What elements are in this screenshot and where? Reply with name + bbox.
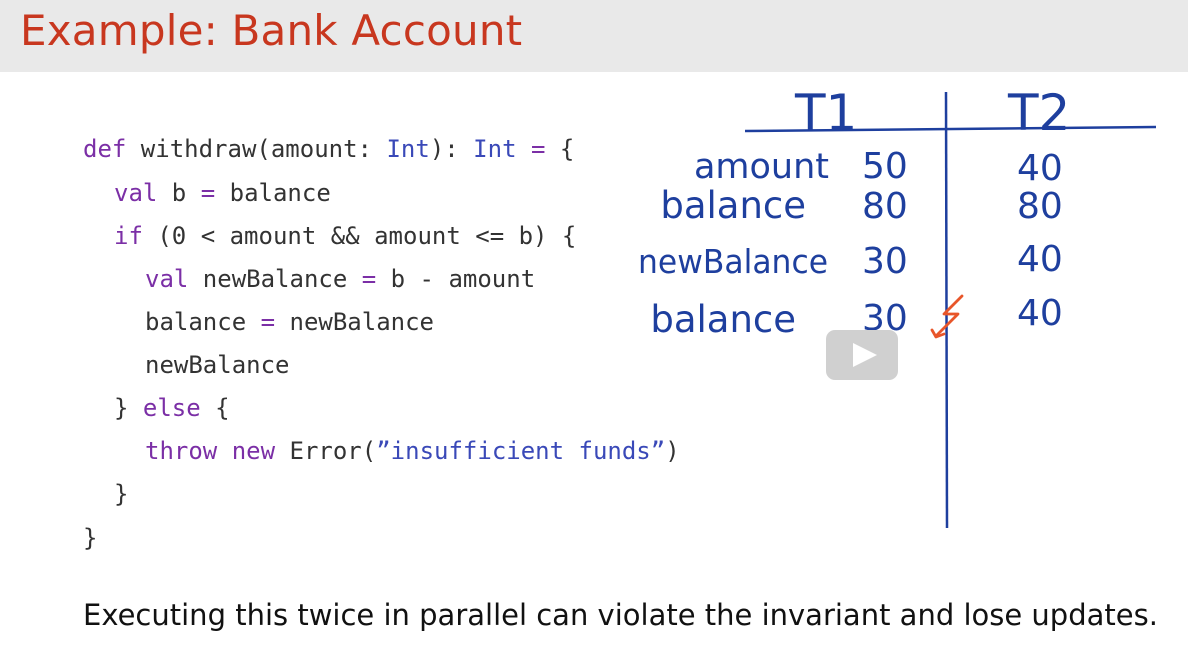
column-header-t1: T1 <box>794 84 857 142</box>
t1-value: 80 <box>862 186 908 227</box>
row-label: balance <box>650 298 796 341</box>
row-label: amount <box>694 147 829 187</box>
t1-value: 50 <box>862 146 908 187</box>
play-icon <box>853 343 877 367</box>
row-label: balance <box>660 184 806 227</box>
handwritten-table: T1 T2 amount balance newBalance balance … <box>638 84 1157 529</box>
column-header-t2: T2 <box>1007 84 1070 142</box>
row-label: newBalance <box>638 242 828 281</box>
play-button[interactable] <box>826 330 898 380</box>
t2-value: 40 <box>1017 293 1063 334</box>
slide-caption: Executing this twice in parallel can vio… <box>83 598 1158 632</box>
t1-value: 30 <box>862 241 908 282</box>
t2-value: 40 <box>1017 148 1063 189</box>
t2-value: 80 <box>1017 186 1063 227</box>
t2-value: 40 <box>1017 239 1063 280</box>
